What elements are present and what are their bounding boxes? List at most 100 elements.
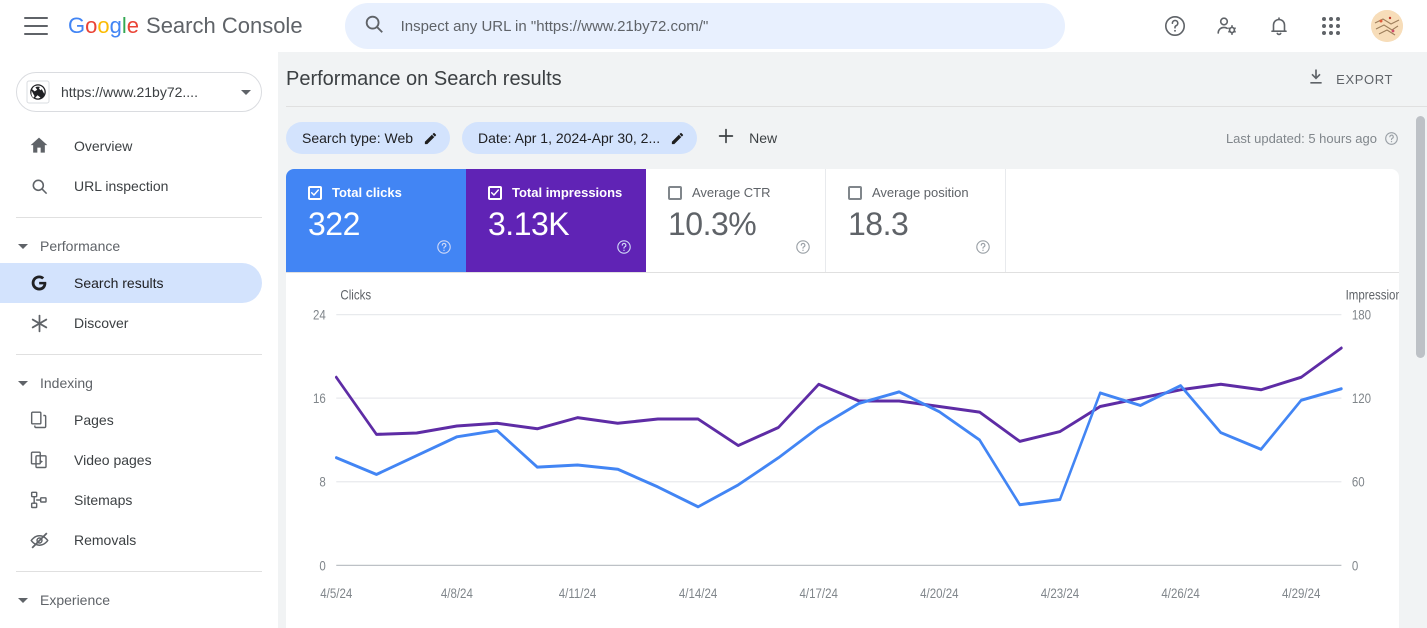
help-icon[interactable] (436, 239, 452, 260)
metric-label: Total clicks (332, 185, 402, 200)
sidebar-item-label: Overview (74, 138, 133, 154)
top-bar-actions (1149, 6, 1427, 46)
svg-text:24: 24 (313, 308, 326, 323)
google-logo: Google (68, 13, 139, 39)
brand: Google Search Console (68, 13, 303, 39)
pencil-icon[interactable] (670, 131, 685, 146)
top-app-bar: Google Search Console Inspect any URL in… (0, 0, 1427, 52)
search-icon (363, 13, 385, 40)
hamburger-icon[interactable] (24, 17, 48, 35)
plus-icon (715, 125, 737, 152)
search-input[interactable]: Inspect any URL in "https://www.21by72.c… (344, 3, 1065, 49)
main-content: Performance on Search results EXPORT Sea… (278, 52, 1427, 628)
metric-value: 322 (308, 206, 360, 242)
svg-text:Clicks: Clicks (340, 288, 371, 303)
sidebar-item-label: Discover (74, 315, 129, 331)
google-logo-letter: o (97, 13, 110, 38)
metric-label: Average position (872, 185, 969, 200)
svg-text:Impressions: Impressions (1346, 288, 1399, 303)
google-g-icon (28, 272, 50, 294)
sidebar-item-pages[interactable]: Pages (0, 400, 262, 440)
metric-label: Average CTR (692, 185, 771, 200)
performance-chart-svg[interactable]: Clicks Impressions 0 8 16 24 0 60 120 180 4/5/24 4/… (286, 287, 1399, 628)
google-apps-grid-icon[interactable] (1311, 6, 1351, 46)
checkbox-average-ctr[interactable] (668, 185, 682, 200)
pencil-icon[interactable] (423, 131, 438, 146)
metric-row-filler (1006, 169, 1399, 272)
sidebar-item-label: Pages (74, 412, 114, 428)
svg-text:120: 120 (1352, 391, 1371, 406)
site-property-icon (25, 79, 51, 105)
help-icon[interactable] (1384, 131, 1399, 146)
metric-card-average-position[interactable]: Average position 18.3 (826, 169, 1006, 272)
pages-copy-icon (28, 409, 50, 431)
property-selector[interactable]: https://www.21by72.... (16, 72, 262, 112)
google-logo-letter: g (109, 13, 122, 38)
sidebar-item-sitemaps[interactable]: Sitemaps (0, 480, 262, 520)
sidebar-item-label: Sitemaps (74, 492, 133, 508)
sidebar-divider (16, 571, 262, 572)
help-icon[interactable] (795, 239, 811, 260)
sidebar-divider (16, 354, 262, 355)
search-icon (28, 175, 50, 197)
add-filter-button[interactable]: New (709, 122, 789, 154)
sidebar-item-video-pages[interactable]: Video pages (0, 440, 262, 480)
svg-text:4/17/24: 4/17/24 (800, 586, 838, 601)
vertical-scrollbar[interactable] (1416, 116, 1425, 358)
svg-text:60: 60 (1352, 475, 1365, 490)
performance-chart[interactable]: Clicks Impressions 0 8 16 24 0 60 120 180 4/5/24 4/… (286, 273, 1399, 628)
sidebar-item-search-results[interactable]: Search results (0, 263, 262, 303)
metric-card-total-clicks[interactable]: Total clicks 322 (286, 169, 466, 272)
sidebar-divider (16, 217, 262, 218)
sidebar-item-overview[interactable]: Overview (0, 126, 262, 166)
filter-chip-date-range[interactable]: Date: Apr 1, 2024-Apr 30, 2... (462, 122, 698, 154)
sidebar-item-url-inspection[interactable]: URL inspection (0, 166, 262, 206)
chevron-down-icon (18, 243, 28, 249)
svg-text:4/29/24: 4/29/24 (1282, 586, 1320, 601)
app-body: https://www.21by72.... Overview URL insp… (0, 52, 1427, 628)
notifications-bell-icon[interactable] (1259, 6, 1299, 46)
avatar[interactable] (1371, 10, 1403, 42)
help-icon[interactable] (1155, 6, 1195, 46)
apps-grid-dots (1322, 17, 1340, 35)
product-name: Search Console (146, 13, 303, 38)
svg-text:4/8/24: 4/8/24 (441, 586, 473, 601)
metric-value: 3.13K (488, 206, 570, 242)
sidebar-group-experience[interactable]: Experience (0, 583, 278, 617)
account-settings-icon[interactable] (1207, 6, 1247, 46)
filter-chip-label: Date: Apr 1, 2024-Apr 30, 2... (478, 130, 661, 146)
sidebar-group-label: Indexing (40, 375, 93, 391)
checkbox-average-position[interactable] (848, 185, 862, 200)
export-label: EXPORT (1336, 71, 1393, 87)
metric-cards: Total clicks 322 Total impressions 3.13K… (286, 169, 1399, 273)
google-logo-letter: o (85, 13, 98, 38)
svg-text:4/26/24: 4/26/24 (1161, 586, 1199, 601)
svg-text:4/5/24: 4/5/24 (320, 586, 352, 601)
metric-card-total-impressions[interactable]: Total impressions 3.13K (466, 169, 646, 272)
help-icon[interactable] (975, 239, 991, 260)
chevron-down-icon (18, 380, 28, 386)
metric-card-average-ctr[interactable]: Average CTR 10.3% (646, 169, 826, 272)
checkbox-total-clicks[interactable] (308, 185, 322, 200)
sidebar-item-label: URL inspection (74, 178, 169, 194)
svg-text:0: 0 (1352, 558, 1358, 573)
sidebar-item-discover[interactable]: Discover (0, 303, 262, 343)
sidebar-item-label: Search results (74, 275, 164, 291)
page-title: Performance on Search results (286, 67, 562, 90)
svg-text:180: 180 (1352, 308, 1371, 323)
svg-text:4/14/24: 4/14/24 (679, 586, 717, 601)
export-button[interactable]: EXPORT (1300, 59, 1399, 100)
sitemap-icon (28, 489, 50, 511)
help-icon[interactable] (616, 239, 632, 260)
google-logo-letter: e (126, 13, 140, 38)
metric-value: 10.3% (668, 206, 757, 242)
sidebar-group-performance[interactable]: Performance (0, 229, 278, 263)
filter-row: Search type: Web Date: Apr 1, 2024-Apr 3… (278, 107, 1427, 169)
svg-text:16: 16 (313, 391, 326, 406)
chevron-down-icon (18, 597, 28, 603)
checkbox-total-impressions[interactable] (488, 185, 502, 200)
svg-text:4/11/24: 4/11/24 (559, 586, 597, 601)
filter-chip-search-type[interactable]: Search type: Web (286, 122, 451, 154)
sidebar-item-removals[interactable]: Removals (0, 520, 262, 560)
sidebar-group-indexing[interactable]: Indexing (0, 366, 278, 400)
